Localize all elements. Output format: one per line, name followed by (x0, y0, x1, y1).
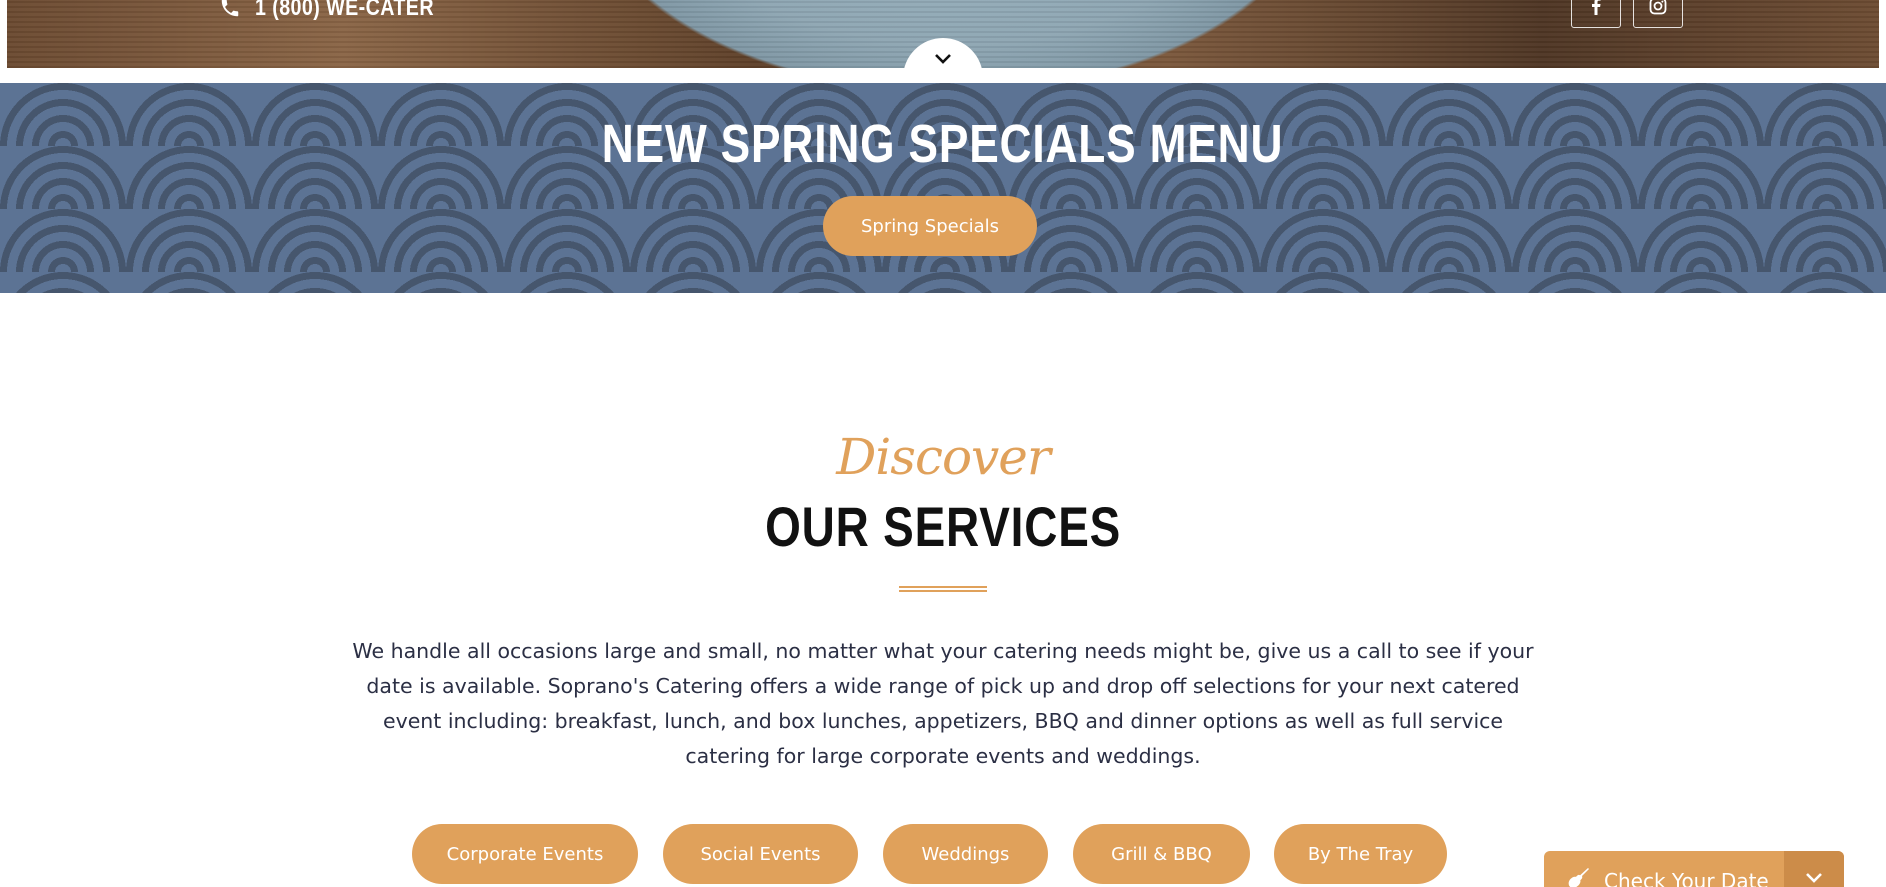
phone-icon (219, 0, 241, 19)
facebook-icon (1589, 0, 1603, 19)
chevron-down-icon (934, 50, 952, 69)
phone-number: 1 (800) WE-CATER (255, 0, 434, 21)
check-date-toggle[interactable] (1784, 851, 1844, 887)
by-the-tray-button[interactable]: By The Tray (1274, 824, 1447, 884)
spring-specials-button[interactable]: Spring Specials (823, 196, 1037, 256)
check-date-widget[interactable]: Check Your Date (1544, 851, 1844, 887)
services-title: OUR SERVICES (764, 495, 1122, 558)
social-links (1571, 0, 1683, 28)
facebook-button[interactable] (1571, 0, 1621, 28)
guitar-icon (1566, 867, 1590, 887)
services-description: We handle all occasions large and small,… (352, 639, 1534, 768)
phone-link[interactable]: 1 (800) WE-CATER (219, 0, 473, 22)
check-date-label: Check Your Date (1604, 868, 1769, 887)
discover-heading: Discover (836, 428, 1051, 486)
instagram-button[interactable] (1633, 0, 1683, 28)
chevron-down-icon (1805, 869, 1823, 887)
specials-banner: NEW SPRING SPECIALS MENU Spring Specials (0, 83, 1886, 293)
title-divider (899, 586, 987, 592)
social-events-button[interactable]: Social Events (663, 824, 858, 884)
corporate-events-button[interactable]: Corporate Events (412, 824, 638, 884)
instagram-icon (1649, 0, 1667, 19)
grill-bbq-button[interactable]: Grill & BBQ (1073, 824, 1250, 884)
weddings-button[interactable]: Weddings (883, 824, 1048, 884)
specials-title: NEW SPRING SPECIALS MENU (602, 114, 1284, 174)
